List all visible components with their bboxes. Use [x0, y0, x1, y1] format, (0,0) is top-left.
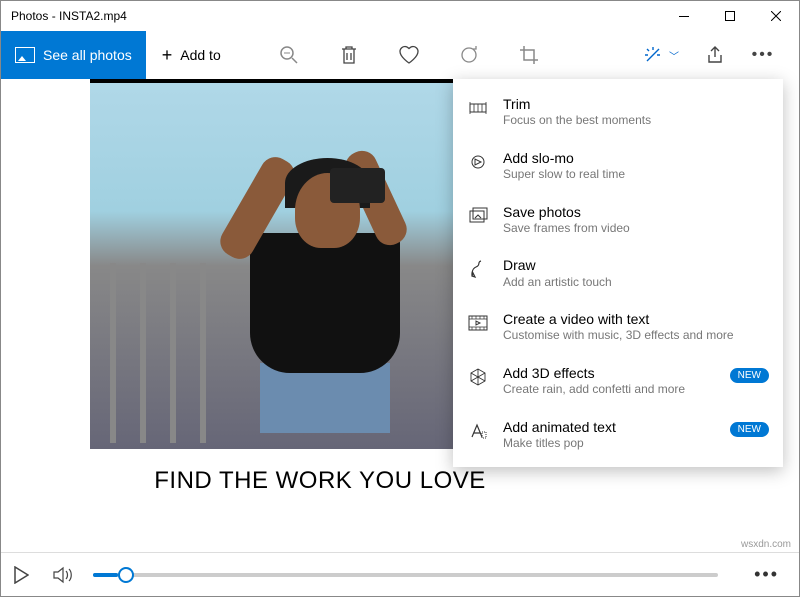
titlebar: Photos - INSTA2.mp4 — [1, 1, 799, 31]
window-controls — [661, 1, 799, 31]
photo-icon — [15, 47, 35, 63]
edit-dropdown: TrimFocus on the best moments Add slo-mo… — [453, 79, 783, 467]
toolbar: See all photos + Add to ﹀ ••• — [1, 31, 799, 79]
chevron-down-icon: ﹀ — [669, 48, 679, 63]
save-photos-icon — [467, 205, 489, 227]
seek-track[interactable] — [93, 573, 718, 577]
menu-title: Add 3D effects — [503, 364, 769, 382]
menu-desc: Create rain, add confetti and more — [503, 382, 769, 398]
delete-icon[interactable] — [337, 43, 361, 67]
menu-desc: Make titles pop — [503, 436, 769, 452]
rotate-icon[interactable] — [457, 43, 481, 67]
watermark: wsxdn.com — [741, 539, 791, 550]
seek-thumb[interactable] — [118, 567, 134, 583]
magic-wand-icon — [643, 45, 663, 65]
menu-title: Add animated text — [503, 418, 769, 436]
maximize-button[interactable] — [707, 1, 753, 31]
3d-effects-icon — [467, 366, 489, 388]
video-text-icon — [467, 312, 489, 334]
menu-item-create-video[interactable]: Create a video with textCustomise with m… — [453, 300, 783, 354]
menu-item-save-photos[interactable]: Save photosSave frames from video — [453, 193, 783, 247]
menu-title: Add slo-mo — [503, 149, 769, 167]
volume-button[interactable] — [53, 566, 77, 584]
plus-icon: + — [162, 45, 173, 66]
play-button[interactable] — [13, 566, 37, 584]
menu-item-3d-effects[interactable]: Add 3D effectsCreate rain, add confetti … — [453, 354, 783, 408]
crop-icon[interactable] — [517, 43, 541, 67]
menu-item-trim[interactable]: TrimFocus on the best moments — [453, 85, 783, 139]
content-area: FIND THE WORK YOU LOVE TrimFocus on the … — [1, 79, 799, 552]
menu-title: Draw — [503, 256, 769, 274]
add-to-label: Add to — [180, 47, 220, 63]
menu-desc: Customise with music, 3D effects and mor… — [503, 328, 769, 344]
seek-fill — [93, 573, 118, 577]
menu-desc: Focus on the best moments — [503, 113, 769, 129]
menu-item-slomo[interactable]: Add slo-moSuper slow to real time — [453, 139, 783, 193]
menu-desc: Add an artistic touch — [503, 275, 769, 291]
slomo-icon — [467, 151, 489, 173]
window-title: Photos - INSTA2.mp4 — [11, 9, 127, 23]
close-button[interactable] — [753, 1, 799, 31]
toolbar-right: ﹀ ••• — [643, 43, 799, 67]
more-icon[interactable]: ••• — [751, 43, 775, 67]
add-to-button[interactable]: + Add to — [146, 31, 237, 79]
see-all-label: See all photos — [43, 47, 132, 63]
see-all-photos-button[interactable]: See all photos — [1, 31, 146, 79]
playback-bar: ••• — [1, 552, 799, 596]
menu-title: Save photos — [503, 203, 769, 221]
menu-desc: Super slow to real time — [503, 167, 769, 183]
playback-more-button[interactable]: ••• — [746, 564, 787, 585]
menu-title: Create a video with text — [503, 310, 769, 328]
edit-create-button[interactable]: ﹀ — [643, 45, 679, 65]
share-icon[interactable] — [703, 43, 727, 67]
menu-title: Trim — [503, 95, 769, 113]
new-badge: NEW — [730, 368, 769, 383]
minimize-button[interactable] — [661, 1, 707, 31]
menu-item-draw[interactable]: DrawAdd an artistic touch — [453, 246, 783, 300]
menu-item-animated-text[interactable]: Add animated textMake titles pop NEW — [453, 408, 783, 462]
trim-icon — [467, 97, 489, 119]
zoom-icon[interactable] — [277, 43, 301, 67]
toolbar-icons — [277, 43, 541, 67]
animated-text-icon — [467, 420, 489, 442]
draw-icon — [467, 258, 489, 280]
new-badge: NEW — [730, 422, 769, 437]
menu-desc: Save frames from video — [503, 221, 769, 237]
heart-icon[interactable] — [397, 43, 421, 67]
